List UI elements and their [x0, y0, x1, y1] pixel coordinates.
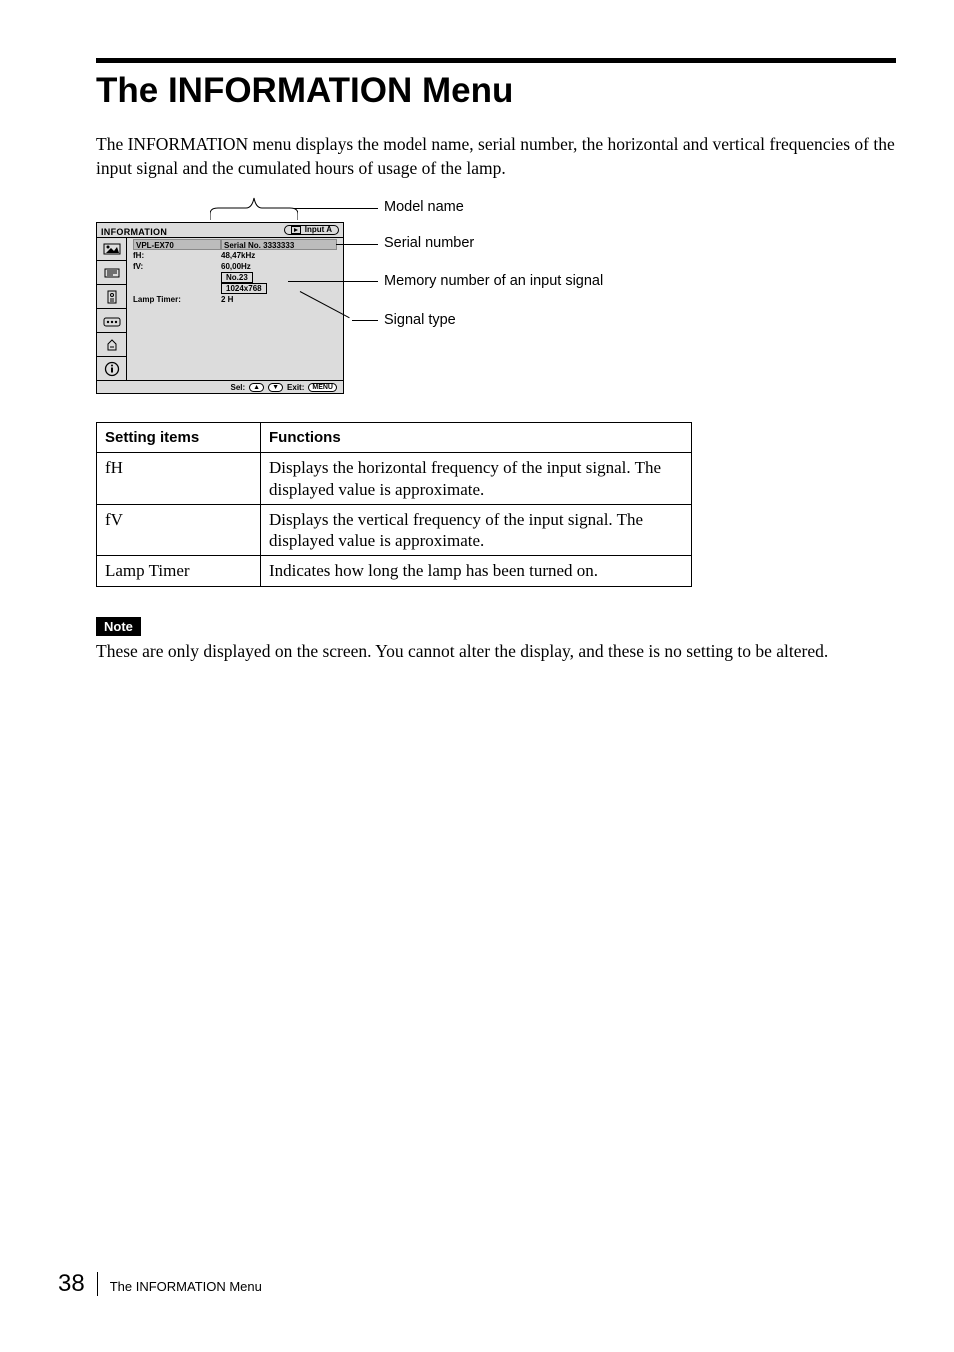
install-icon [97, 333, 126, 357]
running-title: The INFORMATION Menu [110, 1279, 262, 1294]
label-memory-number: Memory number of an input signal [384, 273, 603, 289]
label-serial-number: Serial number [384, 235, 474, 251]
menu-setting-icon [97, 309, 126, 333]
osd-fv-value: 60,00Hz [221, 261, 337, 272]
nav-up-icon: ▲ [249, 383, 264, 392]
table-header-functions: Functions [261, 423, 692, 453]
page-title: The INFORMATION Menu [96, 71, 896, 111]
osd-mem-no: No.23 [221, 272, 253, 283]
settings-table: Setting items Functions fH Displays the … [96, 422, 692, 586]
table-row: Lamp Timer Indicates how long the lamp h… [97, 556, 692, 586]
osd-diagram: INFORMATION Input A VPL-EX70 [96, 202, 896, 394]
func-cell: Indicates how long the lamp has been tur… [261, 556, 692, 586]
osd-fh-label: fH: [133, 250, 221, 261]
label-model-name: Model name [384, 199, 464, 215]
table-row: fV Displays the vertical frequency of th… [97, 504, 692, 556]
func-cell: Displays the vertical frequency of the i… [261, 504, 692, 556]
item-cell: Lamp Timer [97, 556, 261, 586]
info-icon [97, 357, 126, 380]
osd-fh-value: 48,47kHz [221, 250, 337, 261]
table-header-items: Setting items [97, 423, 261, 453]
label-signal-type: Signal type [384, 312, 456, 328]
osd-fv-label: fV: [133, 261, 221, 272]
menu-pill: MENU [308, 383, 337, 392]
func-cell: Displays the horizontal frequency of the… [261, 453, 692, 505]
brace-icon [210, 196, 298, 222]
note-badge: Note [96, 617, 141, 636]
page-footer: 38 The INFORMATION Menu [58, 1270, 262, 1298]
osd-signal-type: 1024x768 [221, 283, 267, 294]
input-icon [291, 226, 301, 234]
osd-lamp-label: Lamp Timer: [133, 294, 221, 305]
intro-paragraph: The INFORMATION menu displays the model … [96, 133, 896, 180]
set-icon [97, 285, 126, 309]
osd-input-pill: Input A [284, 225, 339, 235]
osd-status-exit: Exit: [287, 383, 304, 392]
osd-serial: Serial No. 3333333 [221, 239, 337, 250]
osd-header: INFORMATION [101, 227, 167, 237]
osd-model: VPL-EX70 [133, 239, 221, 250]
note-text: These are only displayed on the screen. … [96, 640, 896, 664]
nav-down-icon: ▼ [268, 383, 283, 392]
osd-status-sel: Sel: [230, 383, 245, 392]
item-cell: fH [97, 453, 261, 505]
page-number: 38 [58, 1270, 85, 1298]
osd-lamp-value: 2 H [221, 294, 337, 305]
screen-icon [97, 261, 126, 285]
item-cell: fV [97, 504, 261, 556]
table-row: fH Displays the horizontal frequency of … [97, 453, 692, 505]
osd-sidebar-icons [97, 237, 127, 380]
picture-icon [97, 237, 126, 261]
osd-window: INFORMATION Input A VPL-EX70 [96, 222, 344, 394]
